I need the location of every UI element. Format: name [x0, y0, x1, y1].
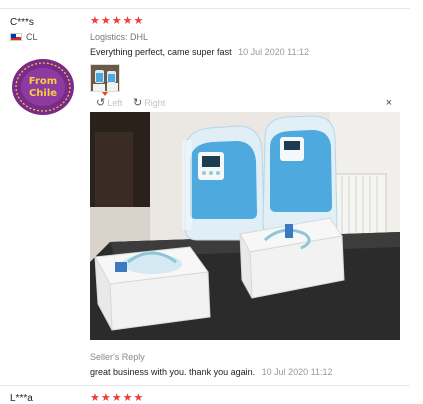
- star-icon: ★: [133, 15, 144, 27]
- country-code: CL: [26, 32, 38, 42]
- chile-flag-icon: [10, 33, 22, 41]
- thumbnail-selected-indicator: [102, 92, 108, 96]
- rotate-left-label: Left: [107, 98, 123, 108]
- star-icon: ★: [111, 392, 122, 404]
- next-reviewer-name: L***a: [10, 393, 33, 404]
- star-icon: ★: [133, 392, 144, 404]
- bottom-divider: [0, 385, 410, 386]
- rotate-left-button[interactable]: ↺ Left: [96, 97, 123, 109]
- rating-stars: ★ ★ ★ ★ ★: [90, 16, 143, 27]
- review-photo-enlarged[interactable]: [90, 112, 400, 340]
- rotate-left-icon: ↺: [96, 97, 106, 109]
- star-icon: ★: [100, 392, 111, 404]
- seller-reply-line: great business with you. thank you again…: [90, 367, 333, 377]
- reviewer-name: C***s: [10, 17, 34, 28]
- image-viewer-toolbar: ↺ Left ↻ Right ×: [90, 97, 400, 110]
- logistics-info: Logistics: DHL: [90, 32, 149, 42]
- rotate-right-label: Right: [144, 98, 166, 108]
- seller-reply-label: Seller's Reply: [90, 352, 145, 362]
- star-icon: ★: [122, 15, 133, 27]
- rotate-right-button[interactable]: ↻ Right: [133, 97, 166, 109]
- rotate-right-icon: ↻: [133, 97, 143, 109]
- review-date: 10 Jul 2020 11:12: [238, 47, 309, 57]
- review-comment-line: Everything perfect, came super fast 10 J…: [90, 47, 309, 57]
- review-photo-thumbnail[interactable]: [90, 64, 120, 92]
- close-viewer-button[interactable]: ×: [386, 97, 392, 109]
- star-icon: ★: [100, 15, 111, 27]
- star-icon: ★: [122, 392, 133, 404]
- seller-reply-date: 10 Jul 2020 11:12: [261, 367, 333, 377]
- review-comment: Everything perfect, came super fast: [90, 47, 232, 57]
- star-icon: ★: [90, 392, 100, 404]
- sticker-text-line-1: From: [29, 76, 57, 87]
- seller-reply-text: great business with you. thank you again…: [90, 367, 256, 377]
- next-rating-stars: ★ ★ ★ ★ ★: [90, 393, 143, 404]
- from-chile-sticker: From Chile: [10, 56, 76, 118]
- star-icon: ★: [111, 15, 122, 27]
- star-icon: ★: [90, 15, 100, 27]
- reviewer-country: CL: [10, 32, 38, 42]
- top-divider: [0, 8, 410, 9]
- sticker-text-line-2: Chile: [29, 88, 57, 99]
